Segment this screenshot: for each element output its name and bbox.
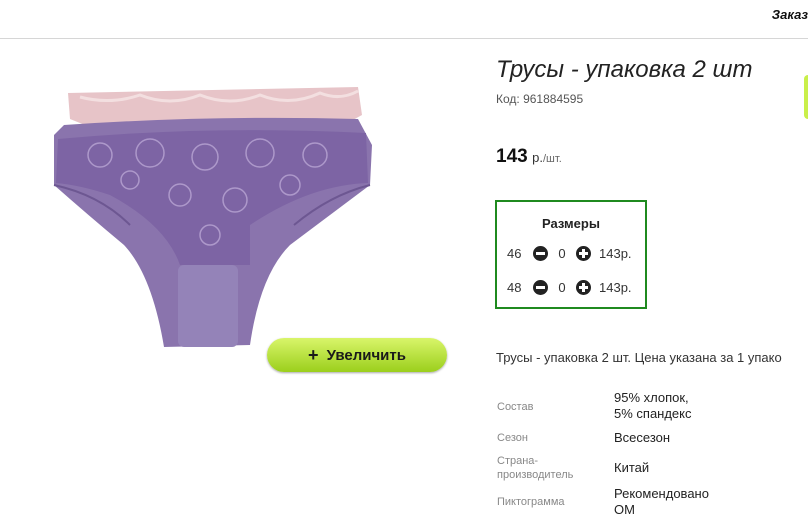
spec-label-line: производитель (497, 469, 574, 481)
spec-value: Китай (614, 460, 650, 475)
product-code: Код: 961884595 (496, 92, 584, 106)
spec-value: Всесезон (614, 430, 671, 445)
product-title: Трусы - упаковка 2 шт (496, 56, 753, 83)
side-tab[interactable] (804, 75, 808, 119)
size-row: 48 0 143р. (507, 277, 632, 297)
underwear-illustration (53, 87, 372, 347)
minus-circle-icon[interactable] (533, 279, 548, 295)
order-link[interactable]: Заказ (772, 7, 808, 22)
sizes-panel: Размеры 46 0 143р. 48 0 143р. (495, 200, 647, 309)
size-label: 48 (507, 279, 522, 295)
minus-circle-icon[interactable] (533, 245, 548, 261)
spec-value: 95% хлопок, 5% спандекс (614, 390, 692, 422)
price-unit: /шт. (543, 153, 562, 165)
spec-label: Страна- производитель (497, 454, 573, 482)
top-bar: Заказ (0, 0, 808, 39)
plus-circle-icon[interactable] (576, 245, 591, 261)
spec-label: Пиктограмма (497, 496, 565, 508)
sizes-title: Размеры (542, 216, 600, 231)
product-description: Трусы - упаковка 2 шт. Цена указана за 1… (496, 350, 782, 365)
spec-value-line: 5% спандекс (614, 406, 692, 421)
spec-label: Состав (497, 401, 534, 413)
zoom-button[interactable]: + Увеличить (267, 338, 447, 372)
size-price: 143р. (599, 279, 632, 295)
size-row: 46 0 143р. (507, 243, 632, 263)
product-price: 143 р./шт. (496, 146, 562, 168)
plus-icon: + (308, 345, 319, 365)
price-value: 143 (496, 146, 528, 167)
spec-value-line: OM (614, 502, 635, 517)
size-price: 143р. (599, 245, 632, 261)
quantity-value[interactable]: 0 (548, 280, 576, 295)
size-label: 46 (507, 245, 522, 261)
spec-value-line: Рекомендовано (614, 486, 709, 501)
product-image[interactable] (40, 75, 380, 375)
plus-circle-icon[interactable] (576, 279, 591, 295)
spec-value: Рекомендовано OM (614, 486, 709, 518)
spec-label-line: Страна- (497, 455, 539, 467)
zoom-button-label: Увеличить (326, 346, 406, 364)
spec-value-line: 95% хлопок, (614, 390, 689, 405)
quantity-value[interactable]: 0 (548, 246, 576, 261)
price-currency: р. (532, 150, 543, 165)
spec-label: Сезон (497, 432, 528, 444)
